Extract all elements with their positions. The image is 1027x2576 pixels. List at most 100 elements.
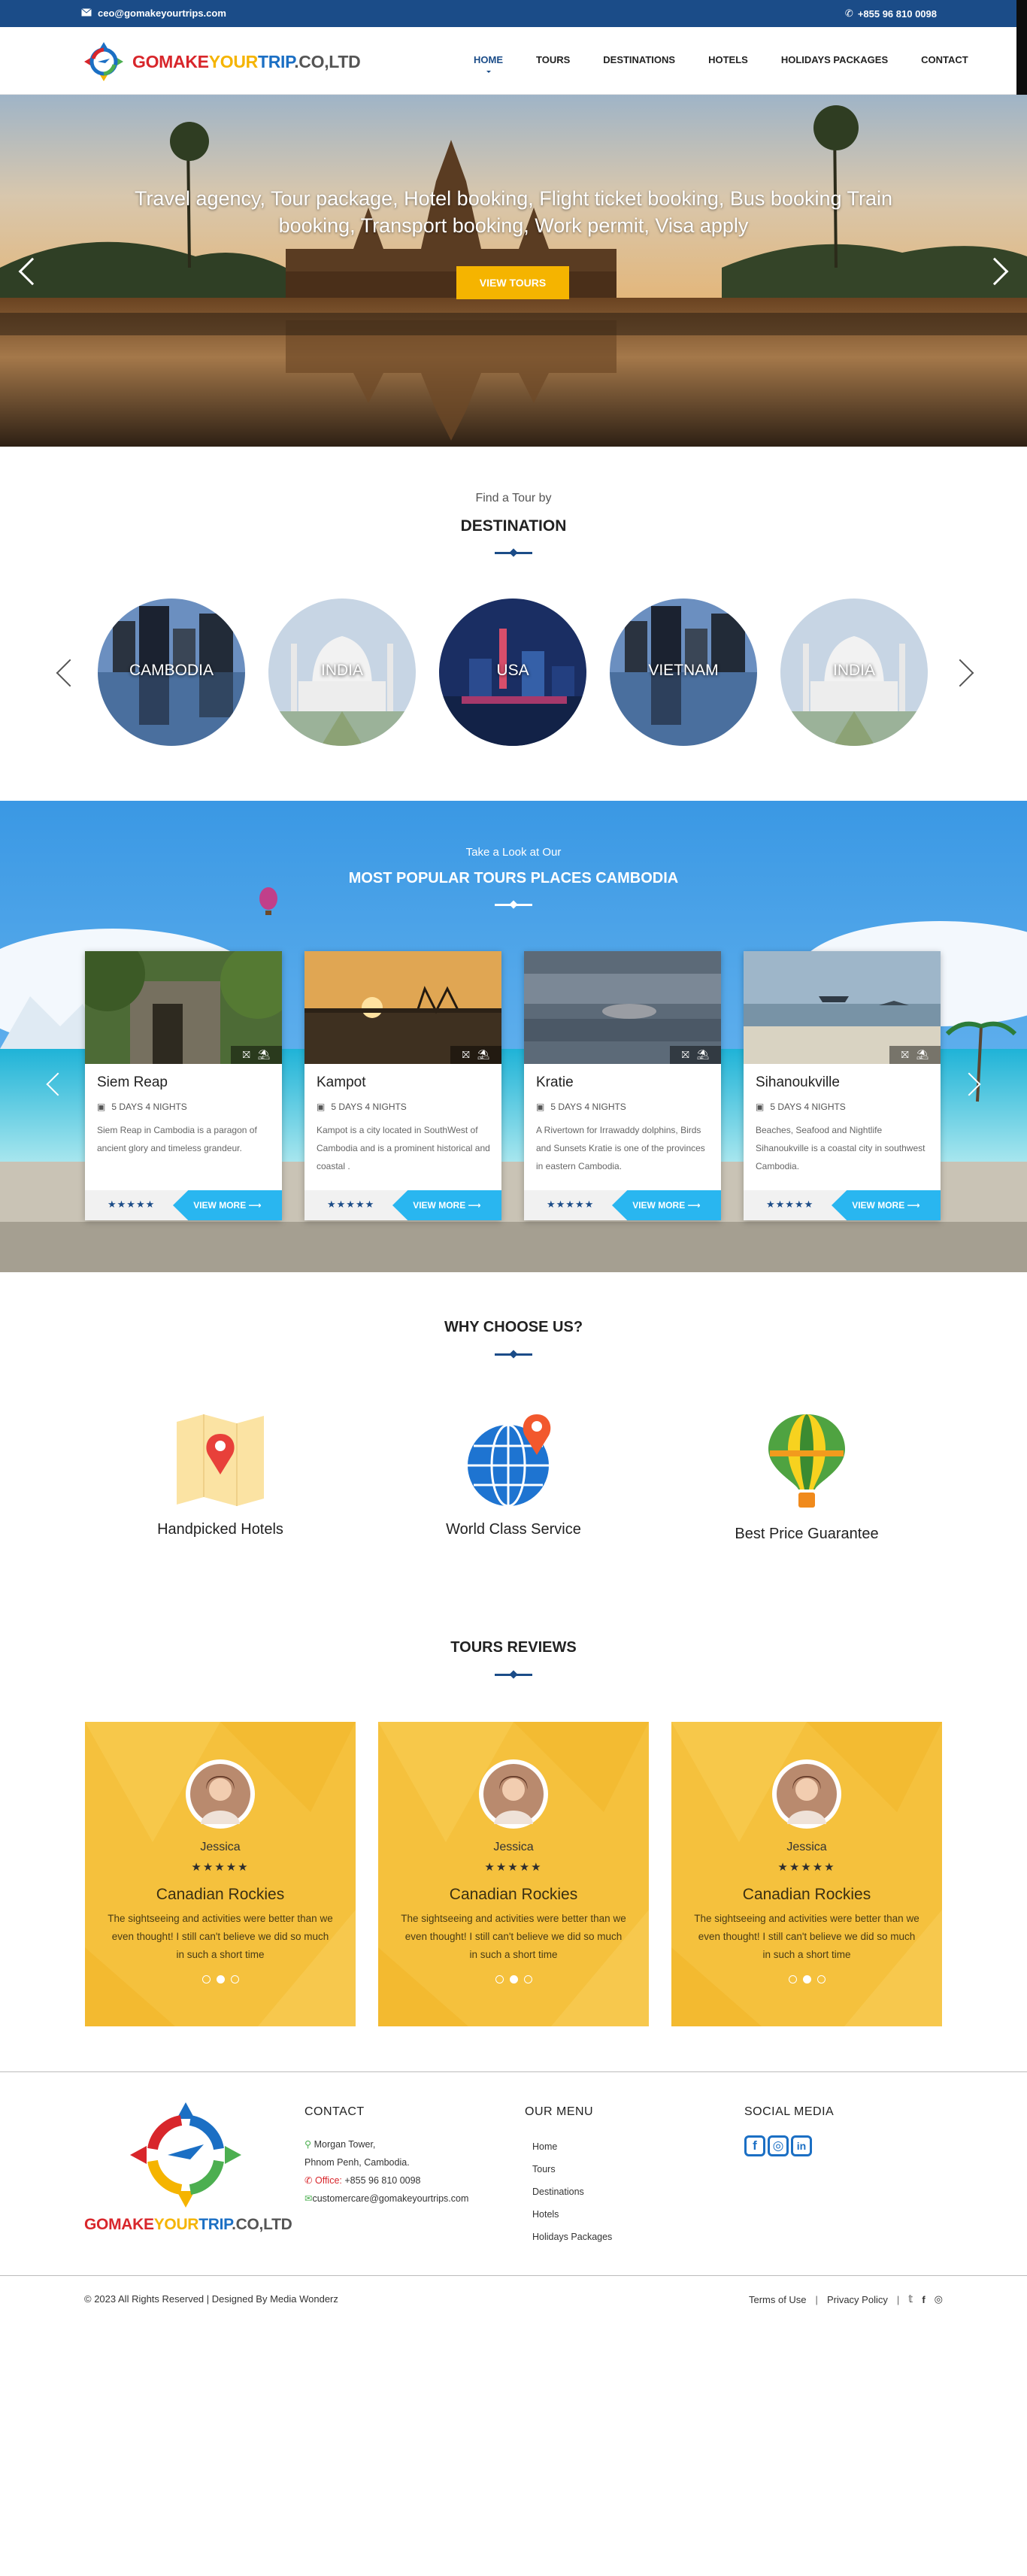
destination-usa[interactable]: USA xyxy=(439,599,586,746)
footer-menu-tours[interactable]: Tours xyxy=(525,2158,612,2181)
carousel-dot-active[interactable] xyxy=(509,1975,518,1984)
carousel-dot[interactable] xyxy=(788,1975,797,1984)
tour-card[interactable]: ⛝ ⛱ Kratie ▣ 5 DAYS 4 NIGHTS A Rivertown f… xyxy=(524,951,721,1220)
view-more-button[interactable]: VIEW MORE ⟶ xyxy=(392,1190,501,1220)
nav-contact[interactable]: CONTACT xyxy=(904,54,985,65)
nav-home[interactable]: HOME xyxy=(457,54,520,73)
calendar-icon: ▣ xyxy=(97,1102,106,1112)
instagram-icon[interactable]: ◎ xyxy=(768,2135,789,2156)
reviewer-name: Jessica xyxy=(200,1841,241,1853)
why-title: WHY CHOOSE US? xyxy=(444,1319,583,1335)
privacy-link[interactable]: Privacy Policy xyxy=(827,2294,888,2305)
tour-card[interactable]: ⛝ ⛱ Kampot ▣ 5 DAYS 4 NIGHTS Kampot is a c… xyxy=(304,951,501,1220)
footer-office: ✆ Office: +855 96 810 0098 xyxy=(304,2175,421,2186)
reviewer-avatar xyxy=(479,1759,548,1829)
carousel-dot[interactable] xyxy=(230,1975,239,1984)
carousel-dot[interactable] xyxy=(523,1975,532,1984)
why-label: Handpicked Hotels xyxy=(157,1521,283,1538)
footer-menu-hotels[interactable]: Hotels xyxy=(525,2203,612,2226)
review-stars: ★★★★★ xyxy=(191,1861,250,1874)
footer-bottom-links: Terms of Use | Privacy Policy | 𝕥 f ◎ xyxy=(749,2293,943,2305)
tour-name: Kampot xyxy=(317,1074,366,1090)
review-carousel-dots xyxy=(378,1975,649,1984)
carousel-dot-active[interactable] xyxy=(216,1975,225,1984)
top-email-text: ceo@gomakeyourtrips.com xyxy=(98,8,226,19)
reviews-title: TOURS REVIEWS xyxy=(450,1639,577,1656)
destination-divider xyxy=(495,552,532,554)
footer-email[interactable]: ✉customercare@gomakeyourtrips.com xyxy=(304,2190,468,2208)
top-phone[interactable]: ✆ +855 96 810 0098 xyxy=(845,8,937,20)
beach-umbrella-icon: ⛱ xyxy=(916,1049,929,1060)
page-edge-bar xyxy=(1016,0,1027,95)
terms-link[interactable]: Terms of Use xyxy=(749,2294,807,2305)
tour-rating-stars: ★★★★★ xyxy=(327,1199,375,1210)
facebook-icon[interactable]: f xyxy=(922,2294,925,2305)
view-more-button[interactable]: VIEW MORE ⟶ xyxy=(832,1190,941,1220)
view-tours-button[interactable]: VIEW TOURS xyxy=(456,266,569,299)
main-nav: HOME TOURS DESTINATIONS HOTELS HOLIDAYS … xyxy=(457,54,985,73)
destination-prev-arrow-icon[interactable] xyxy=(56,659,84,687)
tour-duration: ▣ 5 DAYS 4 NIGHTS xyxy=(756,1102,846,1112)
carousel-dot[interactable] xyxy=(816,1975,826,1984)
why-label: World Class Service xyxy=(446,1521,581,1538)
tour-description: Siem Reap in Cambodia is a paragon of an… xyxy=(97,1125,257,1153)
map-pin-icon xyxy=(177,1414,264,1506)
tour-duration: ▣ 5 DAYS 4 NIGHTS xyxy=(317,1102,407,1112)
popular-tours-section: Take a Look at Our MOST POPULAR TOURS PL… xyxy=(0,801,1027,1272)
location-pin-icon: ⚲ xyxy=(304,2139,312,2150)
destination-india-2[interactable]: INDIA xyxy=(780,599,928,746)
linkedin-icon[interactable]: in xyxy=(791,2135,812,2156)
instagram-icon[interactable]: ◎ xyxy=(935,2293,943,2305)
facebook-icon[interactable]: f xyxy=(744,2135,765,2156)
why-item-hotels: Handpicked Hotels xyxy=(108,1411,333,1538)
tour-card[interactable]: ⛝ ⛱ Sihanoukville ▣ 5 DAYS 4 NIGHTS Beache… xyxy=(744,951,941,1220)
tour-card-footer: ★★★★★ VIEW MORE ⟶ xyxy=(304,1190,501,1220)
top-bar: ceo@gomakeyourtrips.com ✆ +855 96 810 00… xyxy=(0,0,1027,27)
copyright-divider xyxy=(0,2275,1027,2276)
footer-contact-title: CONTACT xyxy=(304,2105,365,2118)
carousel-dot[interactable] xyxy=(495,1975,504,1984)
twitter-icon[interactable]: 𝕥 xyxy=(908,2293,913,2305)
separator: | xyxy=(815,2293,818,2305)
view-more-button[interactable]: VIEW MORE ⟶ xyxy=(612,1190,721,1220)
nav-holidays-packages[interactable]: HOLIDAYS PACKAGES xyxy=(765,54,904,65)
tour-description: A Rivertown for Irrawaddy dolphins, Bird… xyxy=(536,1125,705,1171)
carousel-dot[interactable] xyxy=(201,1975,211,1984)
top-email[interactable]: ceo@gomakeyourtrips.com xyxy=(81,8,226,19)
carousel-dot-active[interactable] xyxy=(802,1975,811,1984)
footer-divider xyxy=(0,2071,1027,2072)
nav-tours[interactable]: TOURS xyxy=(520,54,586,65)
tour-card[interactable]: ⛝ ⛱ Siem Reap ▣ 5 DAYS 4 NIGHTS Siem Reap … xyxy=(85,951,282,1220)
popular-title: MOST POPULAR TOURS PLACES CAMBODIA xyxy=(348,870,679,886)
phone-icon: ✆ xyxy=(304,2175,313,2186)
tour-name: Kratie xyxy=(536,1074,574,1090)
destination-cambodia[interactable]: CAMBODIA xyxy=(98,599,245,746)
site-logo[interactable]: GOMAKEYOURTRIP.CO,LTD xyxy=(81,39,361,84)
nav-destinations[interactable]: DESTINATIONS xyxy=(586,54,692,65)
why-label: Best Price Guarantee xyxy=(735,1526,879,1542)
destination-india[interactable]: INDIA xyxy=(268,599,416,746)
view-more-button[interactable]: VIEW MORE ⟶ xyxy=(173,1190,282,1220)
copyright-text: © 2023 All Rights Reserved | Designed By… xyxy=(84,2293,338,2305)
hero-headline: Travel agency, Tour package, Hotel booki… xyxy=(134,187,893,237)
destination-vietnam[interactable]: VIETNAM xyxy=(610,599,757,746)
footer-menu-holidays-packages[interactable]: Holidays Packages xyxy=(525,2226,612,2248)
footer-logo[interactable]: GOMAKEYOURTRIP.CO,LTD xyxy=(84,2098,292,2234)
reviewer-avatar xyxy=(186,1759,255,1829)
destination-label: INDIA xyxy=(832,662,875,679)
nav-hotels[interactable]: HOTELS xyxy=(692,54,765,65)
why-item-service: World Class Service xyxy=(401,1411,626,1538)
reviews-divider xyxy=(495,1674,532,1676)
tour-rating-stars: ★★★★★ xyxy=(766,1199,814,1210)
tour-description: Kampot is a city located in SouthWest of… xyxy=(317,1125,490,1171)
globe-pin-icon xyxy=(468,1414,551,1508)
footer-menu-destinations[interactable]: Destinations xyxy=(525,2181,612,2203)
footer-menu-home[interactable]: Home xyxy=(525,2135,612,2158)
destination-next-arrow-icon[interactable] xyxy=(946,659,974,687)
tour-card-footer: ★★★★★ VIEW MORE ⟶ xyxy=(85,1190,282,1220)
popular-divider xyxy=(495,904,532,906)
compass-logo-icon xyxy=(84,42,123,81)
bath-icon: ⛝ xyxy=(462,1049,470,1060)
review-text: The sightseeing and activities were bett… xyxy=(694,1913,919,1960)
tour-duration: ▣ 5 DAYS 4 NIGHTS xyxy=(536,1102,626,1112)
